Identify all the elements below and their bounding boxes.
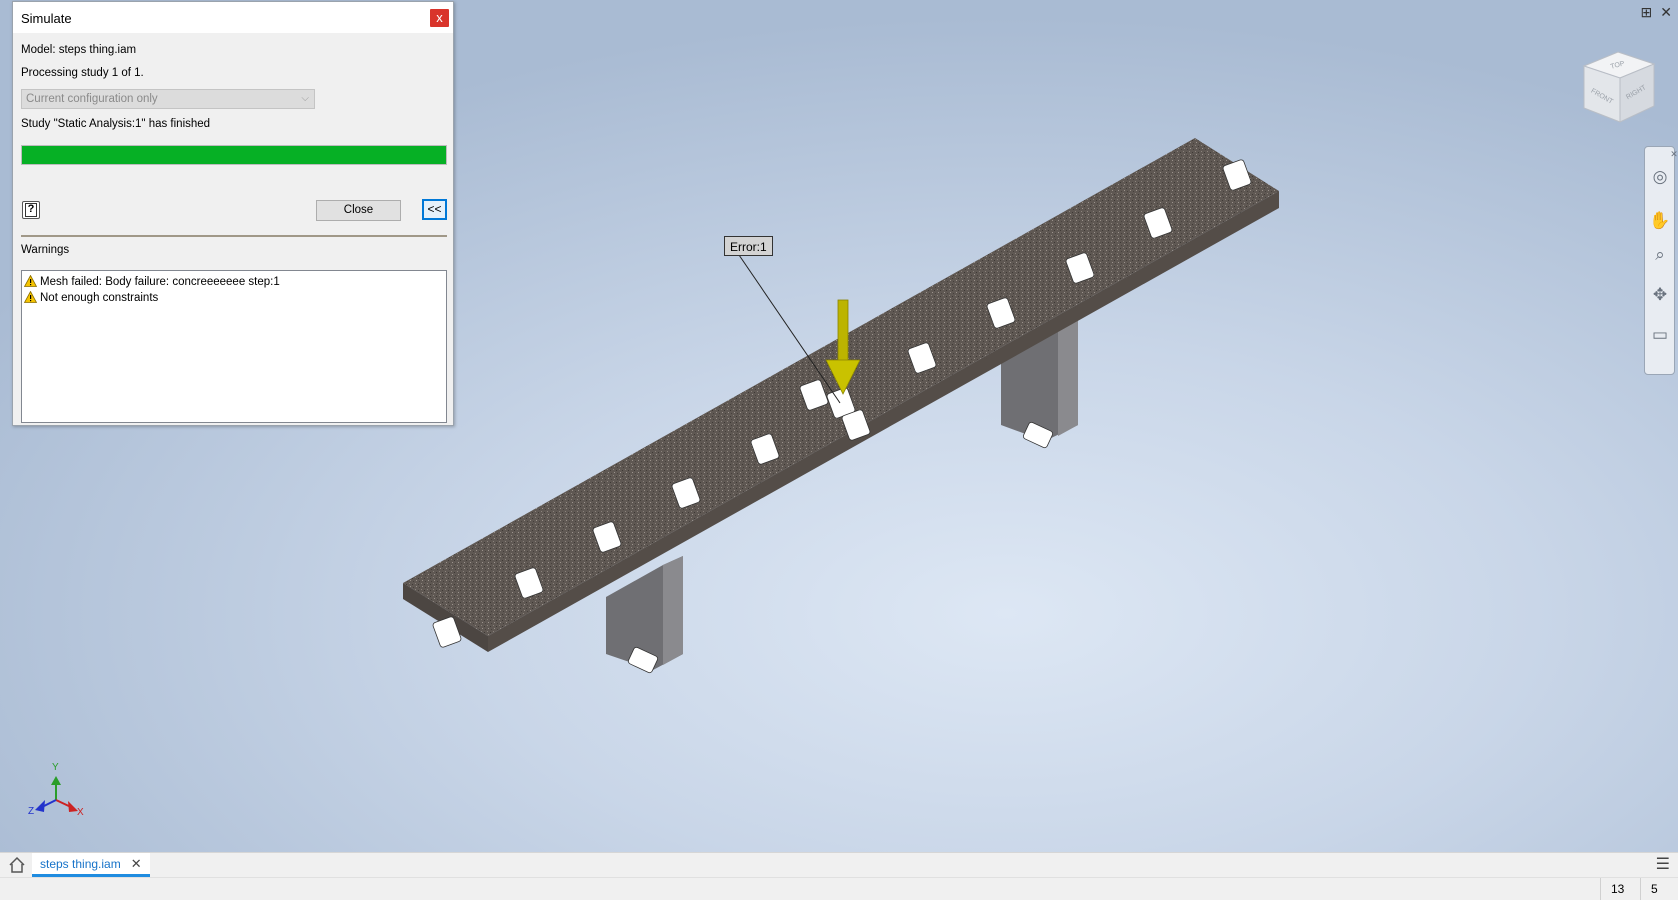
dialog-divider	[21, 235, 447, 237]
progress-fill	[22, 146, 446, 164]
close-button[interactable]: Close	[316, 200, 401, 221]
tab-steps-thing[interactable]: steps thing.iam ✕	[32, 853, 150, 877]
pan-icon[interactable]: ✋	[1648, 209, 1672, 233]
home-icon[interactable]	[8, 856, 26, 874]
warning-text: Not enough constraints	[40, 292, 159, 304]
configuration-select-value: Current configuration only	[26, 93, 158, 105]
axis-z-label: Z	[28, 806, 35, 817]
warning-icon	[24, 291, 37, 303]
viewcube[interactable]: TOP FRONT RIGHT	[1578, 48, 1658, 128]
help-icon: ?	[25, 203, 37, 217]
steering-wheel-icon[interactable]: ◎	[1648, 165, 1672, 189]
beam-side	[488, 191, 1279, 652]
view-face-icon[interactable]: ▭	[1648, 323, 1672, 347]
dialog-close-button[interactable]: x	[430, 9, 449, 27]
window-controls: ⊞ ✕	[1641, 4, 1672, 20]
dialog-title: Simulate	[21, 11, 72, 26]
warning-row[interactable]: Not enough constraints	[24, 290, 444, 306]
help-button[interactable]: ?	[22, 201, 40, 219]
model-line: Model: steps thing.iam	[21, 44, 137, 56]
status-bar: 13 5	[0, 877, 1678, 900]
axis-triad	[35, 776, 78, 812]
navigation-bar: ✕ ◎ ✋ ⌕ ✥ ▭	[1644, 146, 1678, 375]
chevron-down-icon: ⌵	[301, 93, 309, 104]
zoom-icon[interactable]: ⌕	[1648, 243, 1672, 267]
tab-label: steps thing.iam	[40, 856, 121, 871]
document-tab-bar: steps thing.iam ✕ ☰	[0, 852, 1678, 877]
warnings-list[interactable]: Mesh failed: Body failure: concreeeeeee …	[21, 270, 447, 423]
configuration-select: Current configuration only ⌵	[21, 89, 315, 109]
navbar-close-icon[interactable]: ✕	[1662, 142, 1678, 166]
simulate-dialog: Simulate x Model: steps thing.iam Proces…	[12, 1, 454, 426]
warnings-label: Warnings	[21, 244, 70, 256]
collapse-button[interactable]: <<	[422, 199, 447, 220]
orbit-icon[interactable]: ✥	[1648, 283, 1672, 307]
axis-x-label: X	[77, 807, 84, 818]
tab-close-icon[interactable]: ✕	[131, 856, 142, 872]
warning-text: Mesh failed: Body failure: concreeeeeee …	[40, 276, 280, 288]
progress-bar	[21, 145, 447, 165]
warning-row[interactable]: Mesh failed: Body failure: concreeeeeee …	[24, 274, 444, 290]
dialog-titlebar[interactable]: Simulate x	[13, 2, 453, 33]
status-count-2: 5	[1640, 878, 1678, 900]
warning-icon	[24, 275, 37, 287]
status-count-1: 13	[1600, 878, 1643, 900]
axis-y-label: Y	[52, 762, 59, 773]
menu-icon[interactable]: ☰	[1656, 857, 1670, 873]
processing-line: Processing study 1 of 1.	[21, 67, 144, 79]
close-icon[interactable]: ✕	[1660, 4, 1672, 20]
restore-icon[interactable]: ⊞	[1641, 4, 1653, 20]
error-label[interactable]: Error:1	[724, 236, 773, 256]
study-status: Study "Static Analysis:1" has finished	[21, 118, 211, 130]
